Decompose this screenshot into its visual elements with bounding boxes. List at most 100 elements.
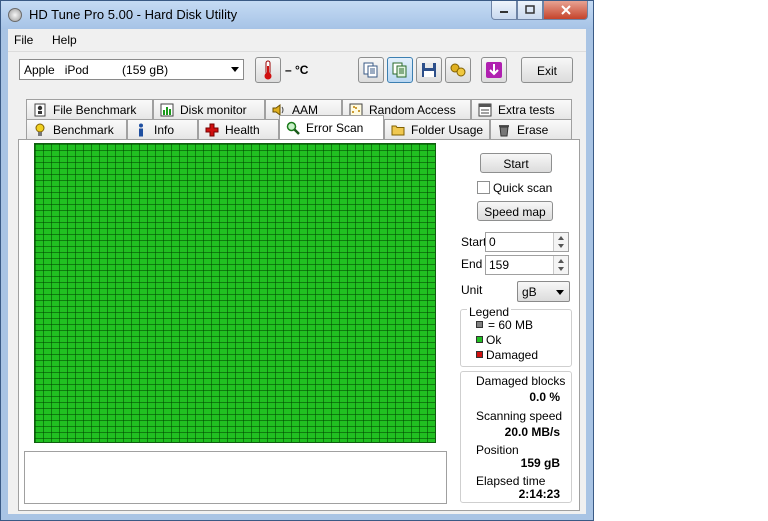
copy-all-button[interactable] [387, 57, 413, 83]
file-benchmark-icon [34, 103, 46, 116]
chevron-down-icon [556, 290, 564, 295]
client-area: File Help Apple iPod (159 gB) – °C Exit … [8, 29, 586, 514]
tab-health[interactable]: Health [198, 119, 279, 139]
minimize-button[interactable] [491, 1, 517, 20]
copy-all-icon [392, 62, 407, 78]
unit-select[interactable]: gB [517, 281, 570, 302]
tab-label: Error Scan [306, 120, 364, 135]
copy-icon [363, 62, 378, 78]
damaged-blocks-value: 0.0 % [529, 390, 560, 404]
title-bar[interactable]: HD Tune Pro 5.00 - Hard Disk Utility [1, 1, 593, 29]
close-button[interactable] [543, 1, 588, 20]
spin-up-icon [558, 259, 564, 263]
start-input[interactable]: 0 [485, 232, 569, 252]
elapsed-time-value: 2:14:23 [518, 487, 560, 501]
options-icon [450, 63, 466, 77]
start-button[interactable]: Start [480, 153, 552, 173]
start-button-label: Start [503, 157, 529, 171]
block-size-swatch [476, 321, 483, 328]
tab-label: Info [154, 122, 175, 137]
drive-select-value: Apple iPod (159 gB) [24, 63, 169, 77]
options-button[interactable] [445, 57, 471, 83]
drive-select[interactable]: Apple iPod (159 gB) [19, 59, 244, 80]
quick-scan-label: Quick scan [493, 181, 553, 195]
temperature-button[interactable] [255, 57, 281, 83]
floppy-disk-icon [422, 63, 436, 77]
block-size-label: = 60 MB [488, 318, 534, 332]
minimize-icon [500, 11, 508, 13]
menu-help-label: Help [52, 33, 77, 47]
speed-map-button[interactable]: Speed map [477, 201, 553, 221]
scanning-speed-value: 20.0 MB/s [504, 425, 560, 439]
unit-label: Unit [461, 283, 483, 297]
position-label: Position [476, 443, 519, 457]
start-input-value: 0 [489, 235, 496, 249]
scanning-speed-label: Scanning speed [476, 409, 563, 423]
tab-disk-monitor[interactable]: Disk monitor [153, 99, 265, 119]
damaged-blocks-label: Damaged blocks [476, 374, 566, 388]
legend-title: Legend [467, 305, 512, 319]
extra-tests-icon [478, 103, 492, 116]
start-spinner[interactable] [553, 233, 568, 251]
damaged-label: Damaged [486, 348, 539, 362]
tab-folder-usage[interactable]: Folder Usage [384, 119, 490, 139]
position-value: 159 gB [520, 456, 560, 470]
window-title: HD Tune Pro 5.00 - Hard Disk Utility [29, 7, 238, 22]
maximize-button[interactable] [517, 1, 543, 20]
download-arrow-icon [486, 62, 502, 78]
menu-file-label: File [14, 33, 34, 47]
spin-down-icon [558, 244, 564, 248]
tab-label: Disk monitor [180, 102, 247, 117]
end-field-label: End [461, 257, 483, 271]
tab-erase[interactable]: Erase [490, 119, 572, 139]
end-spinner[interactable] [553, 256, 568, 274]
info-icon [139, 123, 143, 136]
tab-file-benchmark[interactable]: File Benchmark [26, 99, 153, 119]
error-scan-block-map [34, 143, 436, 443]
tab-extra-tests[interactable]: Extra tests [471, 99, 572, 119]
folder-icon [391, 125, 405, 135]
tab-benchmark[interactable]: Benchmark [26, 119, 127, 139]
tab-label: Folder Usage [411, 122, 484, 137]
exit-button[interactable]: Exit [521, 57, 573, 83]
ok-swatch [476, 336, 483, 343]
ok-label: Ok [486, 333, 502, 347]
magnifier-icon [286, 121, 300, 135]
menu-help[interactable]: Help [52, 33, 77, 47]
trash-icon [499, 124, 509, 136]
lightbulb-icon [35, 123, 45, 136]
thermometer-icon [264, 60, 272, 80]
save-button[interactable] [416, 57, 442, 83]
screenshot-button[interactable] [481, 57, 507, 83]
unit-select-value: gB [522, 285, 537, 299]
tab-info[interactable]: Info [127, 119, 198, 139]
spin-down-icon [558, 267, 564, 271]
scan-log-box[interactable] [24, 451, 447, 504]
copy-text-button[interactable] [358, 57, 384, 83]
exit-button-label: Exit [536, 64, 557, 78]
tab-label: Benchmark [53, 122, 114, 137]
tab-label: File Benchmark [53, 102, 137, 117]
app-icon [8, 8, 22, 22]
health-cross-icon [205, 123, 219, 136]
tab-label: Health [225, 122, 260, 137]
elapsed-time-label: Elapsed time [476, 474, 546, 488]
menu-file[interactable]: File [14, 33, 33, 47]
maximize-icon [525, 5, 535, 14]
spin-up-icon [558, 236, 564, 240]
speed-map-button-label: Speed map [484, 205, 546, 219]
start-field-label: Start [461, 235, 487, 249]
damaged-swatch [476, 351, 483, 358]
tab-error-scan[interactable]: Error Scan [279, 115, 384, 139]
app-window: HD Tune Pro 5.00 - Hard Disk Utility Fil… [0, 0, 594, 521]
disk-monitor-icon [160, 103, 174, 116]
temperature-readout: – °C [285, 63, 309, 77]
chevron-down-icon [231, 67, 239, 72]
end-input[interactable]: 159 [485, 255, 569, 275]
end-input-value: 159 [489, 258, 510, 272]
tab-label: Extra tests [498, 102, 555, 117]
quick-scan-checkbox[interactable] [477, 181, 490, 194]
close-icon [560, 5, 571, 15]
tab-label: Erase [517, 122, 549, 137]
menu-separator [8, 51, 586, 52]
